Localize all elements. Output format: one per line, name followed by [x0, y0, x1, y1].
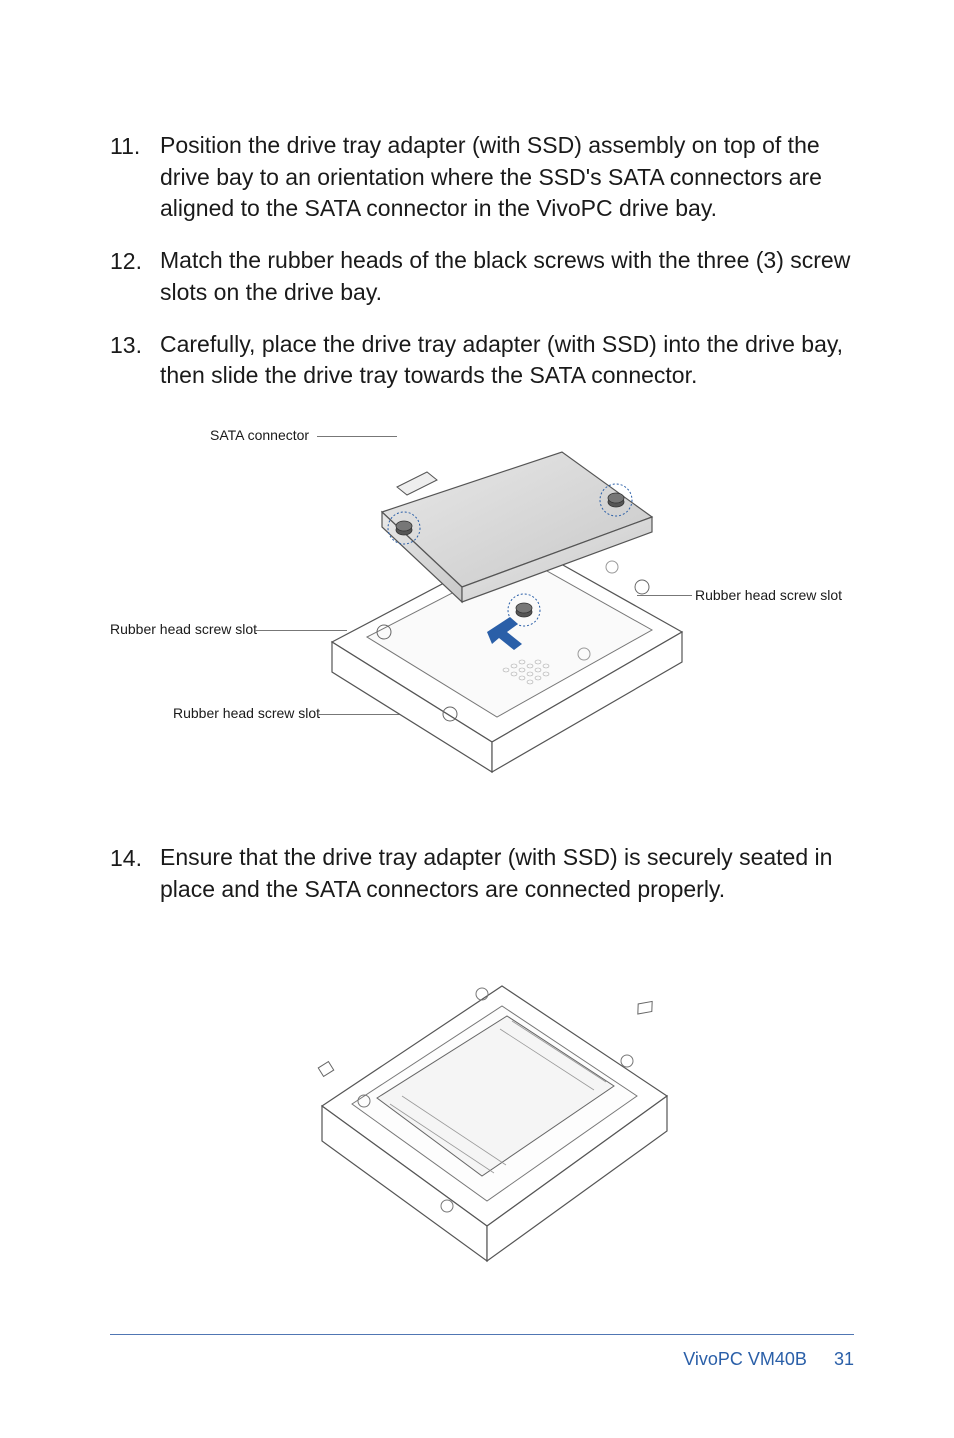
callout-rubber-slot-right: Rubber head screw slot — [695, 587, 842, 603]
step-13: 13. Carefully, place the drive tray adap… — [110, 329, 854, 392]
step-text: Position the drive tray adapter (with SS… — [160, 130, 854, 225]
step-number: 11. — [110, 130, 160, 225]
diagram-drive-tray-seated — [110, 926, 854, 1306]
page-footer: VivoPC VM40B 31 — [110, 1334, 854, 1370]
step-number: 14. — [110, 842, 160, 905]
step-number: 12. — [110, 245, 160, 308]
step-11: 11. Position the drive tray adapter (wit… — [110, 130, 854, 225]
step-number: 13. — [110, 329, 160, 392]
step-text: Match the rubber heads of the black scre… — [160, 245, 854, 308]
step-14: 14. Ensure that the drive tray adapter (… — [110, 842, 854, 905]
callout-rubber-slot-left: Rubber head screw slot — [110, 621, 257, 637]
drive-bay-seated-icon — [272, 926, 692, 1296]
drive-bay-isometric-icon — [262, 412, 702, 812]
footer-product-name: VivoPC VM40B — [683, 1349, 807, 1369]
footer-divider — [110, 1334, 854, 1335]
footer-page-number: 31 — [834, 1349, 854, 1369]
step-text: Ensure that the drive tray adapter (with… — [160, 842, 854, 905]
step-text: Carefully, place the drive tray adapter … — [160, 329, 854, 392]
diagram-drive-tray-insert: SATA connector Rubber head screw slot Ru… — [110, 412, 854, 812]
step-12: 12. Match the rubber heads of the black … — [110, 245, 854, 308]
